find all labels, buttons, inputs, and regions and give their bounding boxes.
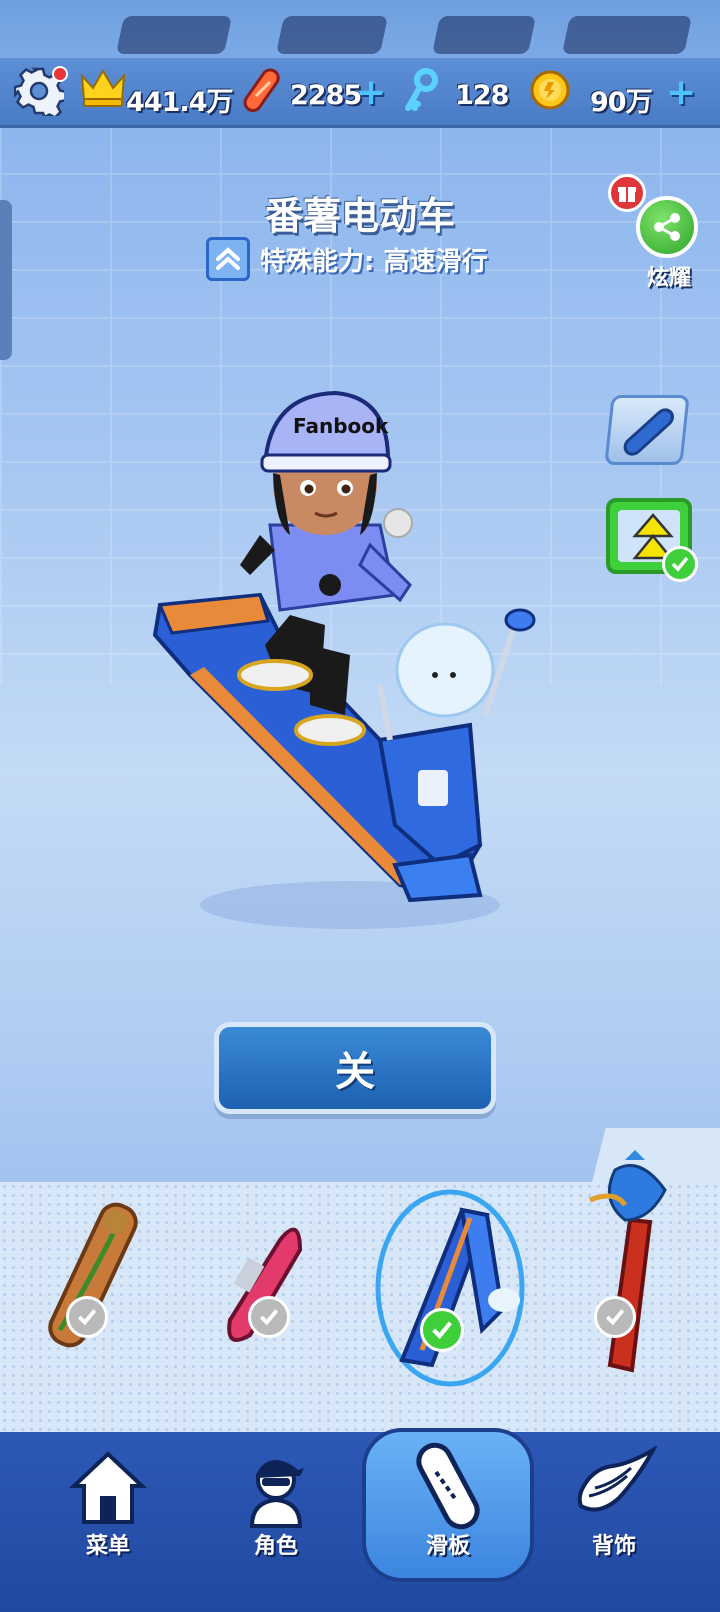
board-slot-2[interactable]: [210, 1200, 360, 1390]
share-label: 炫耀: [646, 266, 691, 291]
owned-check-icon: [66, 1296, 108, 1338]
coin-icon: [530, 70, 570, 110]
board-view-button[interactable]: [604, 395, 690, 465]
nav-board-label: 滑板: [425, 1534, 470, 1559]
electric-scooter-board: [152, 592, 536, 903]
nav-character[interactable]: 角色: [206, 1440, 346, 1600]
owned-check-icon: [248, 1296, 290, 1338]
nav-character-label: 角色: [253, 1534, 298, 1559]
notification-dot: [52, 66, 68, 82]
nav-board-active[interactable]: 滑板: [378, 1440, 518, 1600]
hoverboard-icon: [243, 68, 280, 113]
add-coins-button[interactable]: +: [666, 72, 696, 113]
crown-icon: [80, 69, 126, 107]
hoverboard-count: 2285: [290, 80, 362, 111]
board-slot-3-selected[interactable]: [370, 1188, 530, 1388]
crown-stat-bg: [115, 16, 233, 54]
close-button[interactable]: 关: [214, 1022, 496, 1114]
nav-menu-label: 菜单: [85, 1534, 130, 1559]
board-slot-4[interactable]: [570, 1150, 720, 1380]
key-icon: [405, 68, 438, 111]
nav-back-item-label: 背饰: [591, 1534, 636, 1559]
electric-scooter-board-image: [399, 1207, 520, 1368]
ability-text: 特殊能力: 高速滑行: [260, 246, 488, 277]
nav-menu[interactable]: 菜单: [38, 1440, 178, 1600]
coin-count: 90万: [590, 87, 653, 118]
helmet-brand-text: Fanbook: [293, 414, 389, 438]
share-icon: [654, 213, 680, 241]
hoverboard-stat-bg: [275, 16, 389, 54]
board-silhouette-icon: [623, 408, 674, 456]
board-ability: 特殊能力: 高速滑行: [206, 236, 487, 282]
character-icon: [249, 1460, 304, 1528]
home-icon: [68, 1451, 148, 1524]
wing-icon: [577, 1444, 659, 1512]
owned-check-icon: [594, 1296, 636, 1338]
speed-boost-icon: [206, 237, 250, 281]
gift-icon[interactable]: [608, 174, 646, 212]
board-slot-1[interactable]: [30, 1200, 180, 1390]
selected-check-icon: [420, 1308, 464, 1352]
board-icon: [416, 1442, 480, 1530]
coin-stat-bg: [561, 16, 693, 54]
share-button[interactable]: [636, 196, 698, 258]
nav-back-item[interactable]: 背饰: [544, 1440, 684, 1600]
crown-score: 441.4万: [126, 87, 233, 118]
equipped-check-icon: [662, 546, 698, 582]
key-count: 128: [455, 80, 509, 111]
dragon-board-image: [589, 1150, 667, 1373]
key-stat-bg: [431, 16, 537, 54]
character-on-board-illustration: Fanbook: [152, 390, 536, 929]
add-hoverboards-button[interactable]: +: [356, 72, 386, 113]
